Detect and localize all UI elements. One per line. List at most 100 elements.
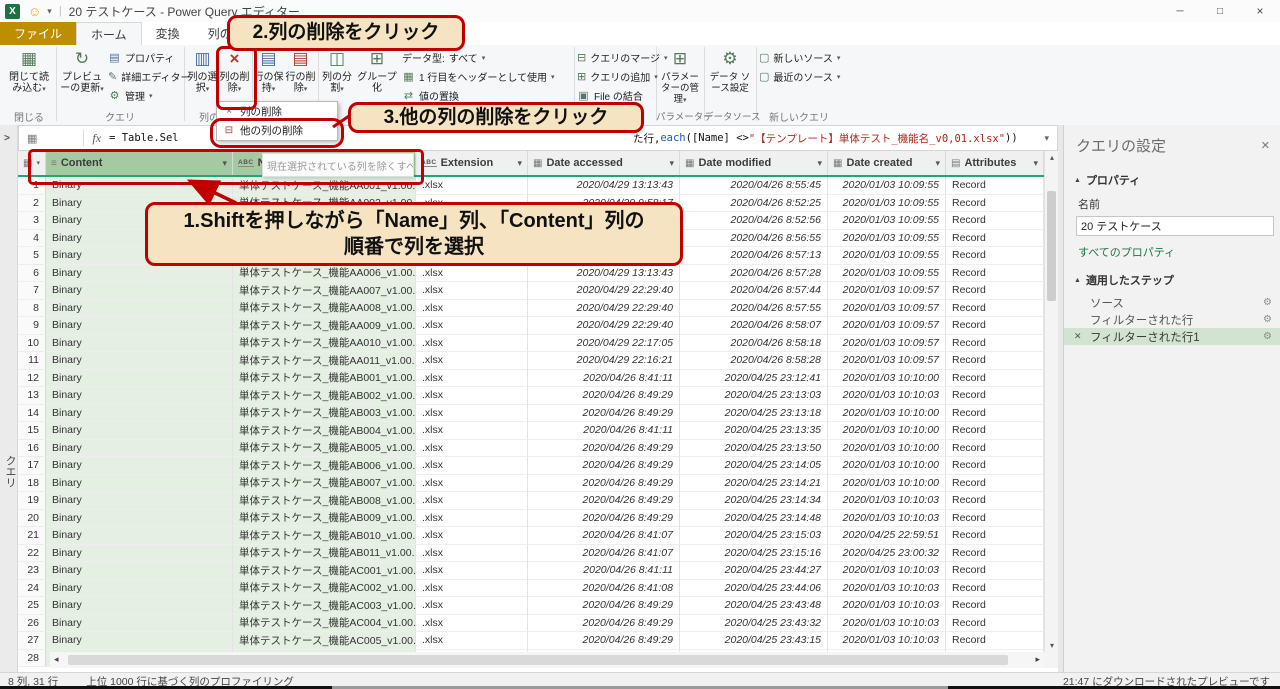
cell-date_modified[interactable]: 2020/04/25 23:13:35 [680,422,828,440]
cell-extension[interactable]: .xlsx [416,474,528,492]
cell-name[interactable]: 単体テストケース_機能AA009_v1.00.xlsx [233,317,416,335]
all-properties-link[interactable]: すべてのプロパティ [1064,236,1280,262]
replace-values-button[interactable]: ⇄ 値の置換 [402,88,570,103]
cell-name[interactable]: 単体テストケース_機能AB008_v1.00.xlsx [233,492,416,510]
cell-date_accessed[interactable]: 2020/04/29 22:29:40 [528,299,680,317]
cell-date_accessed[interactable]: 2020/04/26 8:41:11 [528,562,680,580]
scroll-down-arrow-icon[interactable]: ▾ [1045,641,1059,650]
cell-date_created[interactable]: 2020/01/03 10:10:03 [828,562,946,580]
cell-attributes[interactable]: Record [946,282,1044,300]
cell-date_accessed[interactable]: 2020/04/26 8:41:11 [528,422,680,440]
cell-name[interactable]: 単体テストケース_機能AB003_v1.00.xlsx [233,404,416,422]
cell-date_created[interactable]: 2020/01/03 10:10:03 [828,614,946,632]
data-source-settings-button[interactable]: ⚙ データ ソース設定 [706,48,754,106]
cell-date_created[interactable]: 2020/04/25 22:59:51 [828,527,946,545]
cell-name[interactable]: 単体テストケース_機能AA007_v1.00.xlsx [233,282,416,300]
cell-date_accessed[interactable]: 2020/04/26 8:41:11 [528,369,680,387]
scroll-up-arrow-icon[interactable]: ▴ [1045,153,1059,162]
cell-date_created[interactable]: 2020/01/03 10:09:55 [828,194,946,212]
row-number[interactable]: 24 [18,579,46,597]
column-header-attributes[interactable]: ▤ Attributes ▾ [946,151,1044,175]
append-queries-button[interactable]: ⊞ クエリの追加 ▾ [577,69,658,84]
cell-date_accessed[interactable]: 2020/04/26 8:49:29 [528,457,680,475]
cell-name[interactable]: 単体テストケース_機能AC002_v1.00.xlsx [233,579,416,597]
cell-extension[interactable]: .xlsx [416,194,528,212]
row-number[interactable]: 13 [18,387,46,405]
cell-extension[interactable]: .xlsx [416,369,528,387]
row-number[interactable]: 22 [18,544,46,562]
filter-button-icon[interactable]: ▾ [517,158,522,169]
close-and-load-button[interactable]: ▦ 閉じて読み込む▾ [5,48,53,106]
cell-date_accessed[interactable]: 2020/04/26 8:41:07 [528,527,680,545]
row-number[interactable]: 26 [18,614,46,632]
step-settings-gear-icon[interactable]: ⚙ [1263,314,1272,325]
row-number[interactable]: 16 [18,439,46,457]
filter-button-icon[interactable]: ▾ [1033,158,1038,169]
query-name-input[interactable] [1076,216,1274,236]
cell-date_modified[interactable]: 2020/04/26 8:58:07 [680,317,828,335]
cell-attributes[interactable]: Record [946,229,1044,247]
cell-content[interactable]: Binary [46,247,233,265]
cell-content[interactable]: Binary [46,527,233,545]
cell-content[interactable]: Binary [46,229,233,247]
cell-content[interactable]: Binary [46,334,233,352]
cell-date_created[interactable]: 2020/01/03 10:10:00 [828,457,946,475]
select-all-corner[interactable]: ▦ ▾ [18,151,46,175]
cell-date_created[interactable]: 2020/01/03 10:09:57 [828,334,946,352]
cell-date_accessed[interactable]: 2020/04/29 13:13:43 [528,177,680,195]
data-type-button[interactable]: データ型: すべて ▾ [402,50,570,65]
cell-extension[interactable]: .xlsx [416,247,528,265]
cell-date_accessed[interactable]: 2020/04/26 8:49:29 [528,597,680,615]
cell-name[interactable]: 単体テストケース_機能AC001_v1.00.xlsx [233,562,416,580]
cell-extension[interactable]: .xlsx [416,492,528,510]
cell-date_created[interactable]: 2020/01/03 10:10:03 [828,632,946,650]
keep-rows-button[interactable]: ▤ 行の保持▾ [253,48,284,106]
manage-parameters-button[interactable]: ⊞ パラメーターの管理▾ [658,48,702,106]
row-number[interactable]: 27 [18,632,46,650]
row-number[interactable]: 25 [18,597,46,615]
cell-attributes[interactable]: Record [946,492,1044,510]
applied-step[interactable]: フィルターされた行 ⚙ [1064,311,1280,328]
cell-date_created[interactable]: 2020/01/03 10:09:55 [828,229,946,247]
cell-content[interactable]: Binary [46,177,233,195]
cell-attributes[interactable]: Record [946,474,1044,492]
cell-content[interactable]: Binary [46,387,233,405]
recent-sources-button[interactable]: ▢ 最近のソース ▾ [759,69,840,84]
cell-date_created[interactable]: 2020/01/03 10:10:03 [828,597,946,615]
cell-date_modified[interactable]: 2020/04/25 23:15:03 [680,527,828,545]
horizontal-scrollbar[interactable]: ◂ ▸ [50,652,1044,668]
cell-name[interactable]: 単体テストケース_機能AB006_v1.00.xlsx [233,457,416,475]
cell-date_accessed[interactable]: 2020/04/29 22:17:05 [528,334,680,352]
cell-extension[interactable]: .xlsx [416,282,528,300]
cell-date_created[interactable]: 2020/01/03 10:09:55 [828,177,946,195]
cell-date_created[interactable]: 2020/04/25 23:00:32 [828,544,946,562]
cell-attributes[interactable]: Record [946,527,1044,545]
merge-queries-button[interactable]: ⊟ クエリのマージ ▾ [577,50,668,65]
row-number[interactable]: 12 [18,369,46,387]
cell-date_modified[interactable]: 2020/04/26 8:58:18 [680,334,828,352]
cell-content[interactable]: Binary [46,474,233,492]
row-number[interactable]: 2 [18,194,46,212]
cell-name[interactable]: 単体テストケース_機能AC005_v1.00.xlsx [233,632,416,650]
cell-date_created[interactable]: 2020/01/03 10:09:57 [828,352,946,370]
cell-content[interactable]: Binary [46,562,233,580]
cell-date_accessed[interactable]: 2020/04/29 22:29:40 [528,282,680,300]
vertical-scrollbar[interactable]: ▴ ▾ [1044,151,1058,652]
cell-attributes[interactable]: Record [946,614,1044,632]
quick-access-caret-icon[interactable]: ▾ [47,6,52,17]
cell-extension[interactable]: .xlsx [416,614,528,632]
cell-attributes[interactable]: Record [946,299,1044,317]
cell-extension[interactable]: .xlsx [416,177,528,195]
cell-extension[interactable]: .xlsx [416,334,528,352]
cell-date_accessed[interactable]: 2020/04/26 8:49:29 [528,387,680,405]
cell-attributes[interactable]: Record [946,387,1044,405]
cell-date_modified[interactable]: 2020/04/26 8:58:28 [680,352,828,370]
cell-date_accessed[interactable]: 2020/04/26 8:49:29 [528,439,680,457]
cell-attributes[interactable]: Record [946,632,1044,650]
cell-date_modified[interactable]: 2020/04/25 23:13:18 [680,404,828,422]
cell-date_accessed[interactable]: 2020/04/26 8:49:29 [528,614,680,632]
cell-extension[interactable]: .xlsx [416,509,528,527]
cell-date_accessed[interactable]: 2020/04/26 8:41:07 [528,544,680,562]
cell-date_modified[interactable]: 2020/04/25 23:13:50 [680,439,828,457]
cell-name[interactable]: 単体テストケース_機能AA003_v1.00.xlsx [233,212,416,230]
